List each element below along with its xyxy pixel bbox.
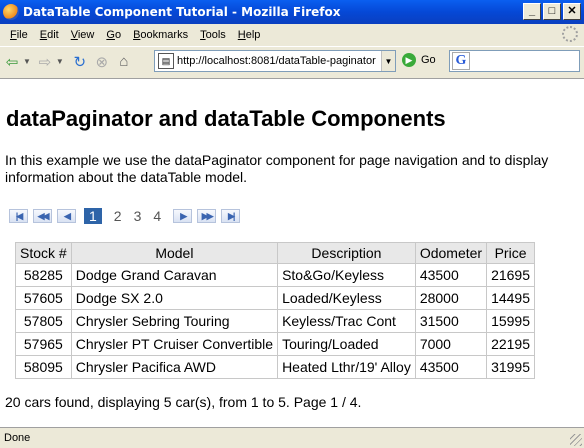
table-row: 57965 Chrysler PT Cruiser Convertible Tour… bbox=[15, 332, 536, 356]
column-header: Model bbox=[70, 242, 279, 264]
column-header: Price bbox=[486, 242, 536, 264]
search-input[interactable]: G bbox=[449, 50, 580, 72]
menu-edit[interactable]: Edit bbox=[34, 29, 65, 41]
google-search-icon[interactable]: G bbox=[452, 52, 470, 70]
page-numbers: 1234 bbox=[81, 208, 167, 224]
close-button[interactable]: ✕ bbox=[563, 3, 581, 20]
home-icon[interactable]: ⌂ bbox=[114, 52, 134, 72]
address-bar[interactable]: ▤ http://localhost:8081/dataTable-pagina… bbox=[154, 50, 396, 72]
table-cell: Touring/Loaded bbox=[277, 332, 416, 356]
table-cell: Dodge Grand Caravan bbox=[70, 263, 279, 287]
table-header-row: Stock # Model Description Odometer Price bbox=[15, 242, 536, 264]
page-link-1[interactable]: 1 bbox=[84, 208, 102, 224]
reload-icon[interactable]: ↻ bbox=[70, 52, 90, 72]
forward-icon[interactable]: ⇨ bbox=[35, 52, 55, 72]
table-cell: Chrysler Sebring Touring bbox=[70, 309, 279, 333]
table-cell: 28000 bbox=[414, 286, 488, 310]
table-cell: 43500 bbox=[414, 263, 488, 287]
status-text: Done bbox=[4, 432, 31, 444]
column-header: Odometer bbox=[414, 242, 488, 264]
menu-bookmarks[interactable]: Bookmarks bbox=[127, 29, 194, 41]
page-link-4[interactable]: 4 bbox=[153, 208, 161, 224]
table-row: 58095 Chrysler Pacifica AWD Heated Lthr/19… bbox=[15, 355, 536, 379]
page-content: dataPaginator and dataTable Components I… bbox=[0, 78, 584, 427]
menu-bar: File Edit View Go Bookmarks Tools Help bbox=[0, 24, 584, 45]
table-cell: 57605 bbox=[15, 286, 72, 310]
url-input[interactable]: http://localhost:8081/dataTable-paginato… bbox=[177, 55, 381, 67]
window-title: DataTable Component Tutorial - Mozilla F… bbox=[23, 5, 341, 19]
table-cell: 58285 bbox=[15, 263, 72, 287]
back-dropdown-icon[interactable]: ▼ bbox=[23, 57, 31, 66]
menu-help[interactable]: Help bbox=[232, 29, 267, 41]
window-titlebar: DataTable Component Tutorial - Mozilla F… bbox=[0, 0, 584, 24]
paginator-summary: 20 cars found, displaying 5 car(s), from… bbox=[5, 394, 362, 410]
table-cell: 57805 bbox=[15, 309, 72, 333]
table-row: 58285 Dodge Grand Caravan Sto&Go/Keyless 43… bbox=[15, 263, 536, 287]
cars-table: Stock # Model Description Odometer Price 582… bbox=[15, 242, 536, 379]
table-cell: 15995 bbox=[486, 309, 536, 333]
column-header: Description bbox=[277, 242, 416, 264]
first-page-icon[interactable]: |◀ bbox=[9, 209, 28, 223]
table-cell: 7000 bbox=[414, 332, 488, 356]
table-cell: 57965 bbox=[15, 332, 72, 356]
table-row: 57605 Dodge SX 2.0 Loaded/Keyless 28000 1449… bbox=[15, 286, 536, 310]
back-icon[interactable]: ⇦ bbox=[2, 52, 22, 72]
status-bar: Done bbox=[0, 427, 584, 448]
page-icon: ▤ bbox=[158, 53, 174, 69]
throbber-icon bbox=[562, 26, 578, 42]
table-cell: 31995 bbox=[486, 355, 536, 379]
next-page-icon[interactable]: ▶ bbox=[173, 209, 193, 223]
table-cell: 58095 bbox=[15, 355, 72, 379]
table-cell: Chrysler Pacifica AWD bbox=[70, 355, 279, 379]
menu-tools[interactable]: Tools bbox=[194, 29, 232, 41]
page-heading: dataPaginator and dataTable Components bbox=[6, 106, 446, 131]
menu-view[interactable]: View bbox=[65, 29, 101, 41]
table-cell: Chrysler PT Cruiser Convertible bbox=[70, 332, 279, 356]
last-page-icon[interactable]: ▶| bbox=[221, 209, 241, 223]
stop-icon[interactable]: ⊗ bbox=[92, 52, 112, 72]
table-cell: Loaded/Keyless bbox=[277, 286, 416, 310]
fast-forward-icon[interactable]: ▶▶ bbox=[197, 209, 217, 223]
go-button[interactable]: ▶ Go bbox=[402, 53, 436, 67]
url-dropdown-icon[interactable]: ▼ bbox=[381, 51, 395, 71]
fast-back-icon[interactable]: ◀◀ bbox=[33, 209, 52, 223]
previous-page-icon[interactable]: ◀ bbox=[57, 209, 76, 223]
table-row: 57805 Chrysler Sebring Touring Keyless/Tra… bbox=[15, 309, 536, 333]
menu-go[interactable]: Go bbox=[100, 29, 127, 41]
table-cell: 14495 bbox=[486, 286, 536, 310]
table-cell: Keyless/Trac Cont bbox=[277, 309, 416, 333]
window-controls: _ □ ✕ bbox=[523, 3, 581, 20]
column-header: Stock # bbox=[15, 242, 72, 264]
resize-grip-icon[interactable] bbox=[570, 434, 582, 446]
page-link-3[interactable]: 3 bbox=[134, 208, 142, 224]
table-cell: 43500 bbox=[414, 355, 488, 379]
table-cell: Heated Lthr/19' Alloy bbox=[277, 355, 416, 379]
firefox-icon bbox=[3, 4, 19, 20]
data-paginator: |◀ ◀◀ ◀ 1234 ▶ ▶▶ ▶| bbox=[9, 208, 245, 224]
table-cell: 21695 bbox=[486, 263, 536, 287]
table-cell: Dodge SX 2.0 bbox=[70, 286, 279, 310]
maximize-button[interactable]: □ bbox=[543, 3, 561, 20]
table-cell: 22195 bbox=[486, 332, 536, 356]
go-label: Go bbox=[421, 54, 436, 66]
table-cell: 31500 bbox=[414, 309, 488, 333]
minimize-button[interactable]: _ bbox=[523, 3, 541, 20]
menu-file[interactable]: File bbox=[4, 29, 34, 41]
page-link-2[interactable]: 2 bbox=[114, 208, 122, 224]
intro-text: In this example we use the dataPaginator… bbox=[5, 152, 549, 185]
forward-dropdown-icon[interactable]: ▼ bbox=[56, 57, 64, 66]
go-icon: ▶ bbox=[402, 53, 416, 67]
table-cell: Sto&Go/Keyless bbox=[277, 263, 416, 287]
